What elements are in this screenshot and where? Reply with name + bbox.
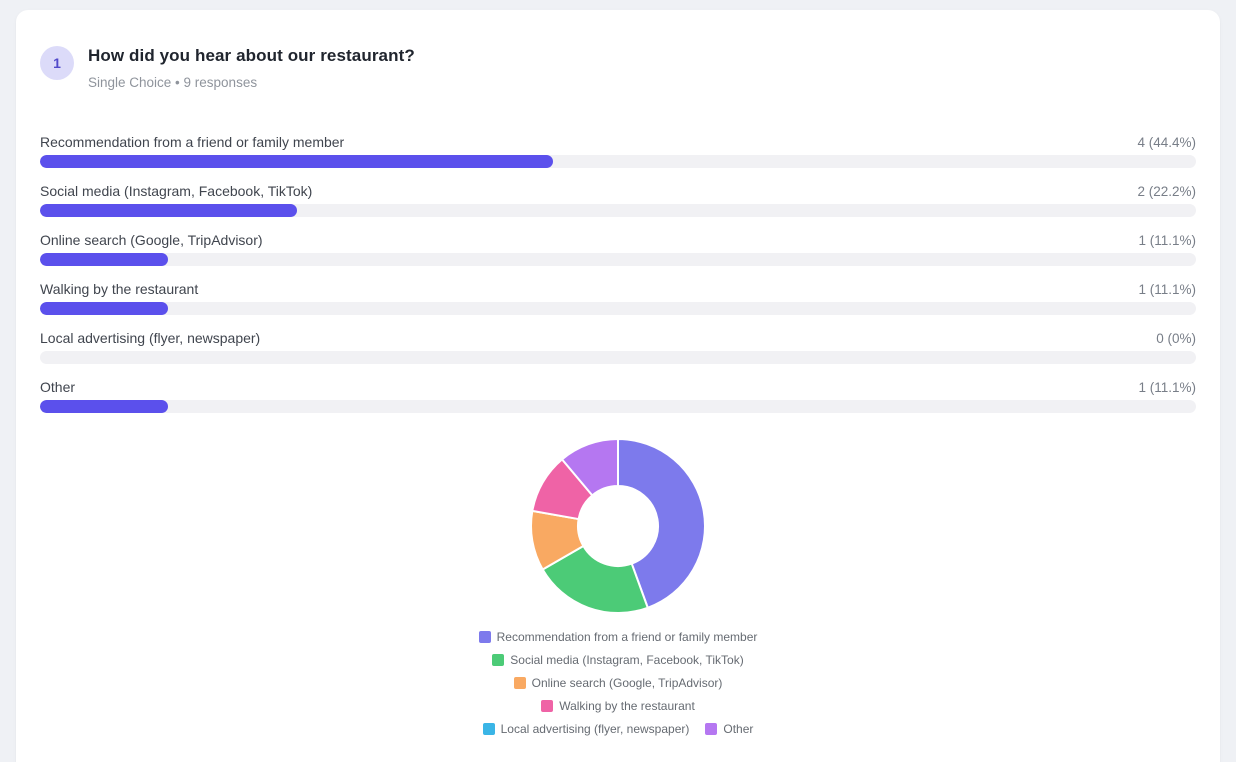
answer-count-percent: 1 (11.1%) (1138, 233, 1196, 248)
question-header: 1 How did you hear about our restaurant?… (40, 44, 1196, 90)
legend-color-swatch (541, 700, 553, 712)
answer-row: Recommendation from a friend or family m… (40, 134, 1196, 168)
legend-item[interactable]: Social media (Instagram, Facebook, TikTo… (492, 653, 743, 667)
answer-label: Other (40, 379, 75, 395)
legend-color-swatch (479, 631, 491, 643)
answer-row: Local advertising (flyer, newspaper) 0 (… (40, 330, 1196, 364)
answer-count-percent: 4 (44.4%) (1137, 135, 1196, 150)
question-title: How did you hear about our restaurant? (88, 46, 415, 66)
answer-count-percent: 2 (22.2%) (1137, 184, 1196, 199)
answer-row: Walking by the restaurant 1 (11.1%) (40, 281, 1196, 315)
answer-label: Online search (Google, TripAdvisor) (40, 232, 263, 248)
answer-bar-fill (40, 155, 553, 168)
legend-color-swatch (705, 723, 717, 735)
answer-bar-track (40, 253, 1196, 266)
answer-label: Walking by the restaurant (40, 281, 198, 297)
answer-label: Recommendation from a friend or family m… (40, 134, 344, 150)
answer-results-list: Recommendation from a friend or family m… (40, 134, 1196, 413)
answer-count-percent: 1 (11.1%) (1138, 380, 1196, 395)
legend-item[interactable]: Walking by the restaurant (541, 699, 695, 713)
answer-bar-track (40, 302, 1196, 315)
answer-bar-fill (40, 204, 297, 217)
legend-label: Recommendation from a friend or family m… (497, 630, 758, 644)
answer-bar-fill (40, 400, 168, 413)
question-number-badge: 1 (40, 46, 74, 80)
legend-label: Local advertising (flyer, newspaper) (501, 722, 690, 736)
legend-item[interactable]: Recommendation from a friend or family m… (479, 630, 758, 644)
answer-bar-track (40, 155, 1196, 168)
answer-row: Online search (Google, TripAdvisor) 1 (1… (40, 232, 1196, 266)
legend-label: Other (723, 722, 753, 736)
legend-label: Walking by the restaurant (559, 699, 695, 713)
answer-row: Social media (Instagram, Facebook, TikTo… (40, 183, 1196, 217)
answer-label: Local advertising (flyer, newspaper) (40, 330, 260, 346)
question-results-card: 1 How did you hear about our restaurant?… (16, 10, 1220, 762)
answer-bar-fill (40, 253, 168, 266)
donut-chart[interactable] (528, 436, 708, 616)
answer-count-percent: 0 (0%) (1156, 331, 1196, 346)
legend-label: Social media (Instagram, Facebook, TikTo… (510, 653, 743, 667)
legend-color-swatch (492, 654, 504, 666)
answer-label: Social media (Instagram, Facebook, TikTo… (40, 183, 312, 199)
answer-bar-track (40, 400, 1196, 413)
legend-color-swatch (483, 723, 495, 735)
legend-label: Online search (Google, TripAdvisor) (532, 676, 723, 690)
question-meta: Single Choice • 9 responses (88, 75, 415, 90)
answer-bar-track (40, 204, 1196, 217)
legend-item[interactable]: Local advertising (flyer, newspaper) (483, 722, 690, 736)
donut-chart-area (40, 436, 1196, 616)
legend-item[interactable]: Online search (Google, TripAdvisor) (514, 676, 723, 690)
answer-count-percent: 1 (11.1%) (1138, 282, 1196, 297)
legend-color-swatch (514, 677, 526, 689)
legend-item[interactable]: Other (705, 722, 753, 736)
answer-row: Other 1 (11.1%) (40, 379, 1196, 413)
answer-bar-track (40, 351, 1196, 364)
answer-bar-fill (40, 302, 168, 315)
chart-legend: Recommendation from a friend or family m… (448, 630, 788, 736)
